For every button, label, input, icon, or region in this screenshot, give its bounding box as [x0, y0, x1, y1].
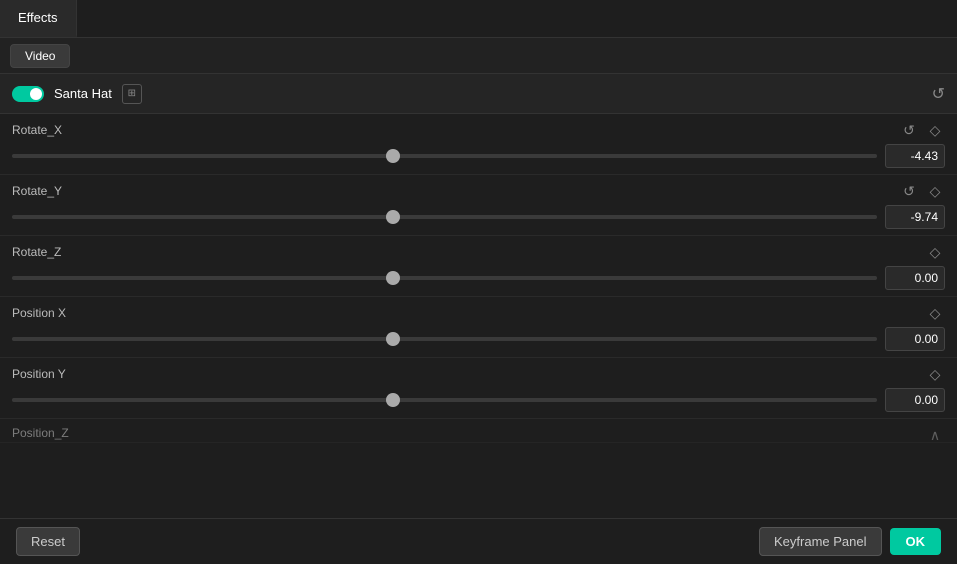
slider-actions-rotate_x: ↺◇ — [899, 120, 945, 140]
slider-track-position_x[interactable] — [12, 337, 877, 341]
diamond-icon-position_y[interactable]: ◇ — [925, 364, 945, 384]
slider-top-rotate_z: Rotate_Z ◇ — [12, 242, 945, 262]
diamond-icon-rotate_x[interactable]: ◇ — [925, 120, 945, 140]
slider-row-rotate_x: Rotate_X ↺◇ -4.43 — [0, 114, 957, 175]
slider-bottom-position_x: 0.00 — [12, 327, 945, 351]
slider-actions-position_y: ◇ — [925, 364, 945, 384]
effect-grid-icon[interactable]: ⊞ — [122, 84, 142, 104]
tab-video[interactable]: Video — [10, 44, 70, 68]
reset-icon-rotate_x[interactable]: ↺ — [899, 120, 919, 140]
ok-button[interactable]: OK — [890, 528, 942, 555]
effect-reset-icon[interactable]: ↺ — [932, 84, 945, 104]
tab-effects-label: Effects — [18, 10, 58, 25]
partial-row-label: Position_Z — [12, 426, 69, 440]
reset-icon-rotate_y[interactable]: ↺ — [899, 181, 919, 201]
slider-top-rotate_y: Rotate_Y ↺◇ — [12, 181, 945, 201]
secondary-tab-bar: Video — [0, 38, 957, 74]
slider-top-rotate_x: Rotate_X ↺◇ — [12, 120, 945, 140]
slider-bottom-rotate_z: 0.00 — [12, 266, 945, 290]
slider-label-position_y: Position Y — [12, 367, 92, 381]
slider-thumb-position_y[interactable] — [386, 393, 400, 407]
effect-name: Santa Hat — [54, 86, 112, 101]
slider-track-rotate_z[interactable] — [12, 276, 877, 280]
slider-row-rotate_z: Rotate_Z ◇ 0.00 — [0, 236, 957, 297]
slider-value-position_y[interactable]: 0.00 — [885, 388, 945, 412]
slider-row-position_y: Position Y ◇ 0.00 — [0, 358, 957, 419]
tab-video-label: Video — [25, 49, 55, 63]
partial-row-actions: ∧ — [925, 425, 945, 443]
diamond-icon-rotate_z[interactable]: ◇ — [925, 242, 945, 262]
diamond-icon-position_x[interactable]: ◇ — [925, 303, 945, 323]
reset-button[interactable]: Reset — [16, 527, 80, 556]
effect-toggle[interactable] — [12, 86, 44, 102]
partial-row: Position_Z ∧ — [0, 419, 957, 443]
slider-track-rotate_y[interactable] — [12, 215, 877, 219]
slider-top-position_y: Position Y ◇ — [12, 364, 945, 384]
slider-bottom-rotate_y: -9.74 — [12, 205, 945, 229]
slider-thumb-position_x[interactable] — [386, 332, 400, 346]
tab-effects[interactable]: Effects — [0, 0, 77, 37]
slider-row-rotate_y: Rotate_Y ↺◇ -9.74 — [0, 175, 957, 236]
bottom-right-actions: Keyframe Panel OK — [759, 527, 941, 556]
slider-label-rotate_x: Rotate_X — [12, 123, 92, 137]
slider-actions-position_x: ◇ — [925, 303, 945, 323]
slider-actions-rotate_z: ◇ — [925, 242, 945, 262]
slider-value-position_x[interactable]: 0.00 — [885, 327, 945, 351]
slider-thumb-rotate_z[interactable] — [386, 271, 400, 285]
slider-value-rotate_z[interactable]: 0.00 — [885, 266, 945, 290]
diamond-icon-rotate_y[interactable]: ◇ — [925, 181, 945, 201]
slider-thumb-rotate_x[interactable] — [386, 149, 400, 163]
chevron-up-icon[interactable]: ∧ — [925, 425, 945, 443]
slider-label-position_x: Position X — [12, 306, 92, 320]
slider-label-rotate_z: Rotate_Z — [12, 245, 92, 259]
slider-value-rotate_y[interactable]: -9.74 — [885, 205, 945, 229]
primary-tab-bar: Effects — [0, 0, 957, 38]
sliders-area: Rotate_X ↺◇ -4.43 Rotate_Y ↺◇ — [0, 114, 957, 419]
slider-track-rotate_x[interactable] — [12, 154, 877, 158]
slider-label-rotate_y: Rotate_Y — [12, 184, 92, 198]
effect-header: Santa Hat ⊞ ↺ — [0, 74, 957, 114]
slider-thumb-rotate_y[interactable] — [386, 210, 400, 224]
keyframe-panel-button[interactable]: Keyframe Panel — [759, 527, 882, 556]
slider-value-rotate_x[interactable]: -4.43 — [885, 144, 945, 168]
slider-bottom-position_y: 0.00 — [12, 388, 945, 412]
slider-top-position_x: Position X ◇ — [12, 303, 945, 323]
slider-row-position_x: Position X ◇ 0.00 — [0, 297, 957, 358]
slider-track-position_y[interactable] — [12, 398, 877, 402]
slider-actions-rotate_y: ↺◇ — [899, 181, 945, 201]
bottom-bar: Reset Keyframe Panel OK — [0, 518, 957, 564]
slider-bottom-rotate_x: -4.43 — [12, 144, 945, 168]
